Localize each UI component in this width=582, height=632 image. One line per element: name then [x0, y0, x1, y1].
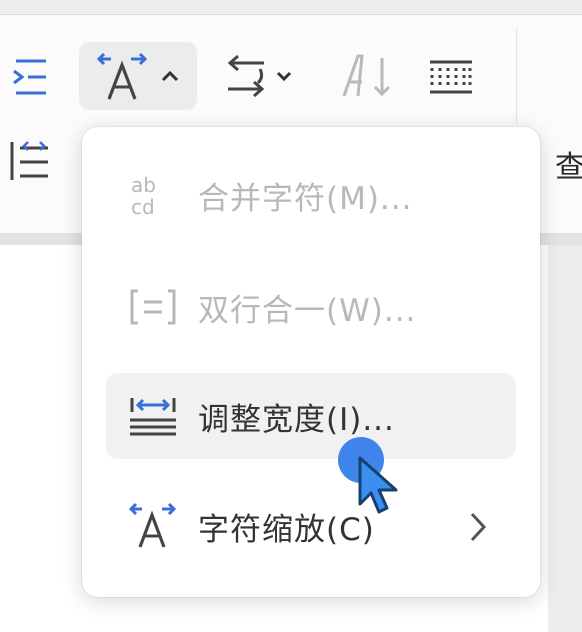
chevron-down-icon — [276, 71, 292, 82]
sort-icon — [342, 54, 391, 97]
combine-characters-icon: ab cd — [128, 170, 178, 220]
svg-text:cd: cd — [131, 195, 155, 218]
menu-item-label: 双行合一(W)... — [198, 292, 417, 329]
menu-item-combine-characters[interactable]: ab cd 合并字符(M)... — [106, 152, 516, 238]
character-scale-icon — [128, 501, 178, 551]
ribbon-cutoff-label: 查 — [555, 150, 582, 185]
distribute-spacing-button[interactable] — [0, 134, 60, 188]
sort-button[interactable] — [334, 44, 400, 108]
menu-item-label: 调整宽度(I)... — [198, 401, 395, 438]
character-layout-menu: ab cd 合并字符(M)... 双行合一(W)... 调整宽度(I)... 字… — [82, 127, 540, 597]
svg-text:ab: ab — [131, 173, 156, 197]
text-direction-button[interactable] — [214, 44, 304, 108]
character-layout-icon — [96, 52, 148, 100]
chevron-up-icon — [161, 70, 179, 82]
adjust-width-icon — [128, 391, 178, 441]
menu-item-adjust-width[interactable]: 调整宽度(I)... — [106, 373, 516, 459]
indent-button[interactable] — [0, 46, 58, 108]
line-spacing-button[interactable] — [420, 46, 482, 108]
menu-item-label: 字符缩放(C) — [198, 511, 375, 548]
text-direction-icon — [227, 54, 265, 98]
character-layout-button[interactable] — [79, 42, 197, 110]
two-lines-in-one-icon — [128, 282, 178, 332]
ribbon-group-separator — [516, 28, 517, 124]
menu-item-two-lines-in-one[interactable]: 双行合一(W)... — [106, 264, 516, 350]
line-spacing-icon — [430, 60, 472, 94]
chevron-right-icon — [470, 512, 487, 542]
menu-item-character-scale[interactable]: 字符缩放(C) — [106, 483, 516, 569]
distribute-spacing-icon — [10, 141, 48, 180]
window-top-strip — [0, 0, 582, 15]
indent-icon — [13, 59, 46, 95]
mouse-pointer-icon — [358, 456, 398, 514]
menu-item-label: 合并字符(M)... — [198, 180, 413, 217]
